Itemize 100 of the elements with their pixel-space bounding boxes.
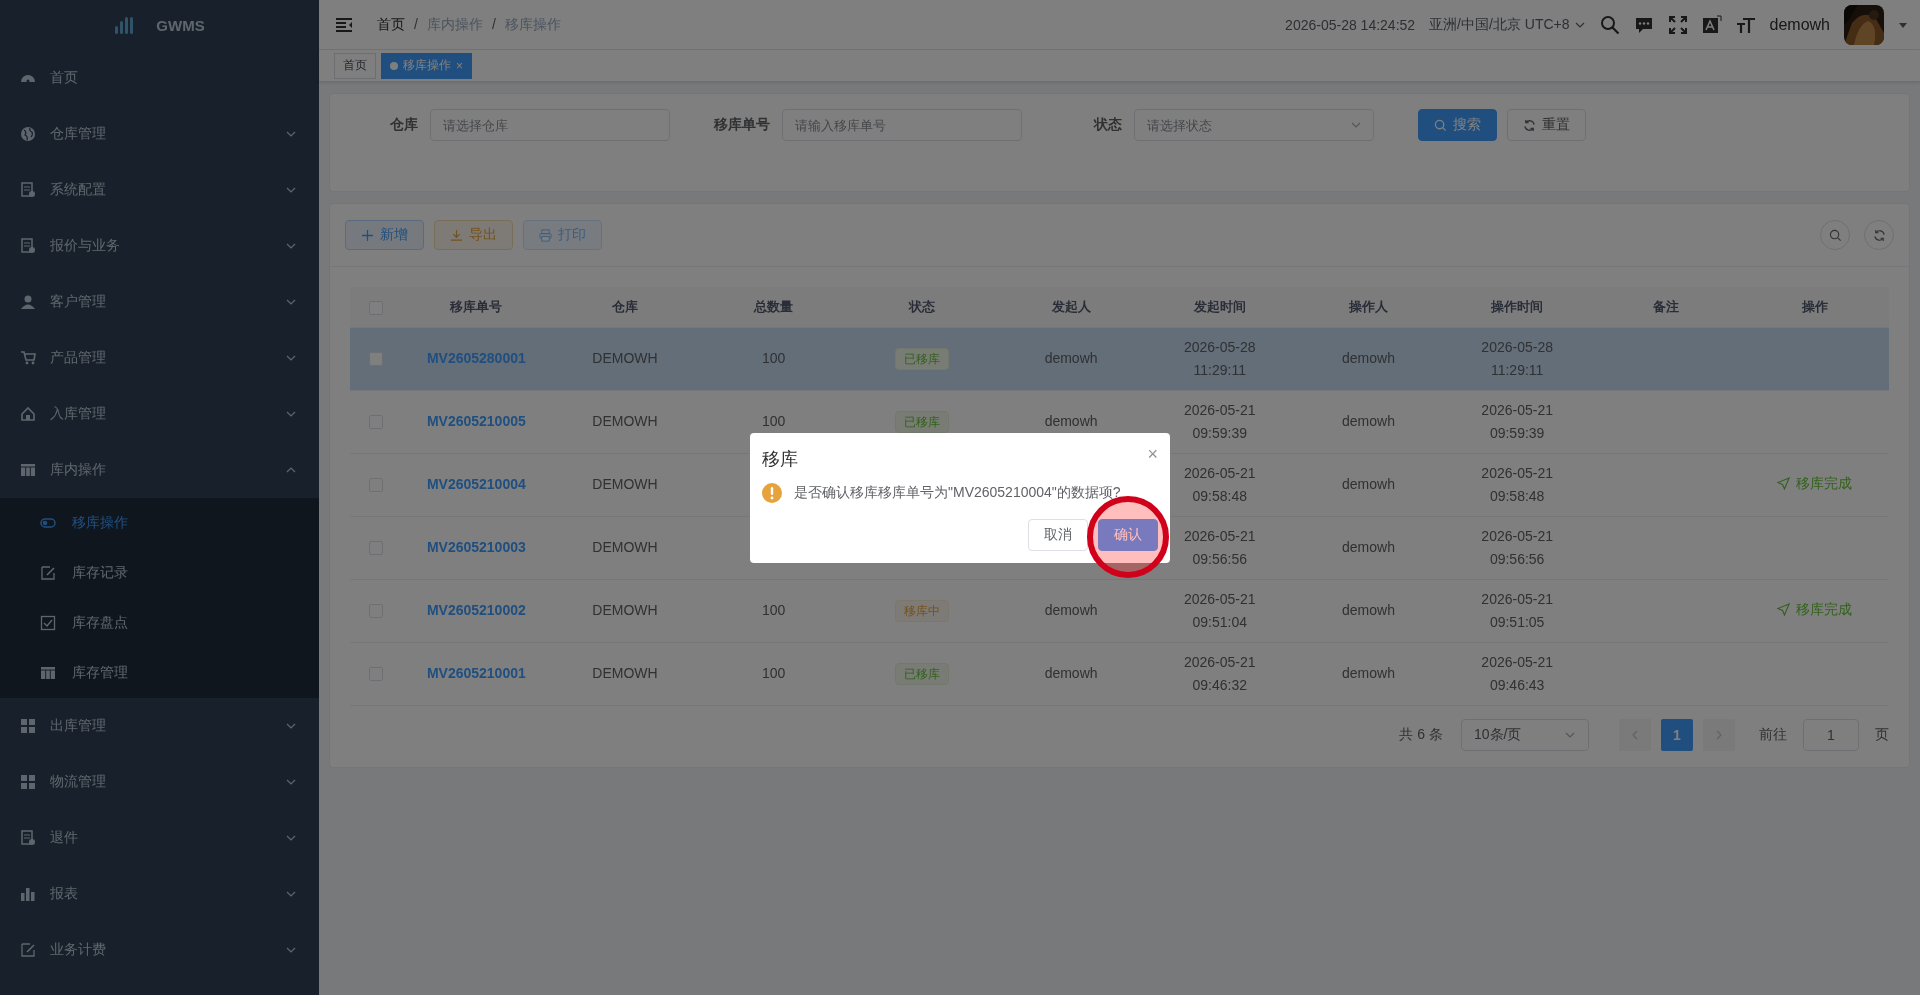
datetime: 2026-05-28 14:24:52 — [1285, 16, 1416, 33]
export-button[interactable]: 导出 — [434, 220, 513, 250]
column-header: 移库单号 — [450, 298, 503, 314]
table-cell: 100 — [762, 350, 786, 366]
sidebar-subitem[interactable]: 移库操作 — [0, 498, 319, 548]
table-icon — [40, 665, 56, 681]
table-cell: demowh — [1044, 602, 1098, 618]
table-cell: DEMOWH — [592, 602, 658, 618]
column-header: 仓库 — [612, 298, 639, 314]
sidebar-subitem[interactable]: 库存记录 — [0, 548, 319, 598]
column-header: 总数量 — [754, 298, 794, 314]
menu-icon[interactable] — [335, 16, 353, 33]
sidebar-item[interactable]: 物流管理 — [0, 754, 319, 810]
sidebar-item[interactable]: 出库管理 — [0, 698, 319, 754]
tab[interactable]: 首页 — [334, 52, 376, 79]
sidebar-item[interactable]: 系统配置 — [0, 162, 319, 218]
tab-close[interactable]: × — [456, 58, 463, 73]
page-size-select[interactable]: 10条/页 — [1461, 718, 1589, 751]
sidebar-item[interactable]: 仓库管理 — [0, 106, 319, 162]
search-button[interactable]: 搜索 — [1418, 109, 1497, 141]
table-cell-text: 09:56:56 — [1191, 549, 1249, 569]
sidebar-item[interactable]: 产品管理 — [0, 330, 319, 386]
document-icon — [20, 182, 36, 198]
field-label: 状态 — [1092, 116, 1123, 134]
column-header: 状态 — [909, 298, 936, 314]
table-cell-text: 2026-05-21 — [1182, 589, 1257, 609]
table-cell-text: 2026-05-21 — [1480, 400, 1554, 420]
chevron-left-icon — [1630, 729, 1640, 740]
sidebar-item[interactable]: 入库管理 — [0, 386, 319, 442]
sidebar-item[interactable]: 报价与业务 — [0, 218, 319, 274]
search-icon — [1828, 228, 1842, 242]
table-cell-text: 11:29:11 — [1192, 360, 1247, 380]
table-cell: DEMOWH — [592, 539, 658, 555]
complete-link[interactable]: 移库完成 — [1777, 472, 1853, 495]
breadcrumb-separator: / — [414, 15, 418, 34]
sidebar-item[interactable]: 退件 — [0, 810, 319, 866]
sidebar-item[interactable]: 首页 — [0, 50, 319, 106]
table-cell-text: 2026-05-21 — [1480, 526, 1554, 546]
order-link[interactable]: MV2605210004 — [426, 476, 526, 492]
tab[interactable]: 移库操作 × — [381, 52, 472, 79]
breadcrumb-item[interactable]: 首页 — [377, 15, 405, 34]
complete-link[interactable]: 移库完成 — [1777, 598, 1853, 621]
house-icon — [20, 406, 36, 422]
search-icon[interactable] — [1599, 14, 1620, 35]
sidebar-subitem[interactable]: 库存盘点 — [0, 598, 319, 648]
plus-icon — [361, 228, 374, 242]
confirm-button[interactable]: 确认 — [1098, 518, 1158, 551]
sidebar-item[interactable]: 业务计费 — [0, 922, 319, 978]
refresh-button[interactable] — [1864, 220, 1894, 250]
translate-icon[interactable] — [1701, 14, 1722, 35]
table-cell-text: 09:46:32 — [1191, 675, 1249, 695]
order-link[interactable]: MV2605210005 — [426, 413, 526, 429]
app-name: GWMS — [156, 16, 205, 34]
cancel-button[interactable]: 取消 — [1028, 518, 1088, 551]
sidebar-subitem[interactable]: 库存管理 — [0, 648, 319, 698]
table-cell: demowh — [1044, 665, 1098, 681]
fullscreen-icon[interactable] — [1667, 14, 1688, 35]
checkbox[interactable] — [369, 352, 383, 367]
table-cell: demowh — [1342, 602, 1395, 618]
table-cell-text: 09:59:39 — [1191, 423, 1249, 443]
user-name[interactable]: demowh — [1769, 15, 1830, 34]
sidebar-item[interactable]: 库内操作 — [0, 442, 319, 498]
table-cell: demowh — [1342, 665, 1395, 681]
table-row[interactable]: MV2605280001 DEMOWH 100 已移库 demowh 2026-05-28 11:29:11 demowh 2026-05-28 11:29:11 — [350, 327, 1889, 390]
table-cell-text: 09:51:04 — [1191, 612, 1249, 632]
table-cell: 100 — [762, 602, 786, 618]
table-cell-text: 09:58:48 — [1488, 486, 1546, 506]
table-cell: 100 — [762, 665, 786, 681]
table-cell: DEMOWH — [592, 665, 658, 681]
table-cell: demowh — [1044, 413, 1098, 429]
add-button[interactable]: 新增 — [345, 220, 424, 250]
bar-chart-icon — [20, 886, 36, 902]
refresh-icon — [1872, 228, 1886, 242]
edit-icon — [40, 565, 56, 581]
search-toggle-button[interactable] — [1820, 220, 1850, 250]
table-cell-text: 09:46:43 — [1488, 675, 1546, 695]
status-tag: 已移库 — [895, 348, 950, 370]
status-tag: 移库中 — [895, 600, 950, 622]
reset-button[interactable]: 重置 — [1507, 109, 1586, 141]
page-button[interactable]: 1 — [1661, 718, 1693, 751]
order-link[interactable]: MV2605210003 — [426, 539, 526, 555]
table-cell-text: 2026-05-28 — [1182, 337, 1257, 357]
order-link[interactable]: MV2605210002 — [426, 602, 526, 618]
order-link[interactable]: MV2605210001 — [426, 665, 526, 681]
send-icon — [1777, 603, 1791, 616]
table-cell-text: 2026-05-21 — [1480, 652, 1554, 672]
field-label: 移库单号 — [712, 116, 771, 134]
order-link[interactable]: MV2605280001 — [426, 350, 526, 366]
search-icon — [1434, 118, 1447, 132]
page-input[interactable]: 1 — [1803, 718, 1859, 751]
table-cell-text: 2026-05-21 — [1480, 589, 1554, 609]
breadcrumb-separator: / — [491, 15, 496, 34]
sidebar-item[interactable]: 报表 — [0, 866, 319, 922]
table-cell: DEMOWH — [592, 476, 658, 492]
table-cell-text: 2026-05-28 — [1480, 337, 1554, 357]
table-row[interactable]: MV2605210001 DEMOWH 100 已移库 demowh 2026-05-21 09:46:32 demowh 2026-05-21 09:46:43 — [350, 642, 1889, 705]
user-icon — [20, 294, 36, 310]
table-row[interactable]: MV2605210002 DEMOWH 100 移库中 demowh 2026-05-21 09:51:04 demowh 2026-05-21 09:51:05 移库完成 — [350, 579, 1889, 642]
timezone-selector[interactable]: 亚洲/中国/北京 UTC+8 — [1429, 15, 1586, 34]
sidebar-item[interactable]: 客户管理 — [0, 274, 319, 330]
